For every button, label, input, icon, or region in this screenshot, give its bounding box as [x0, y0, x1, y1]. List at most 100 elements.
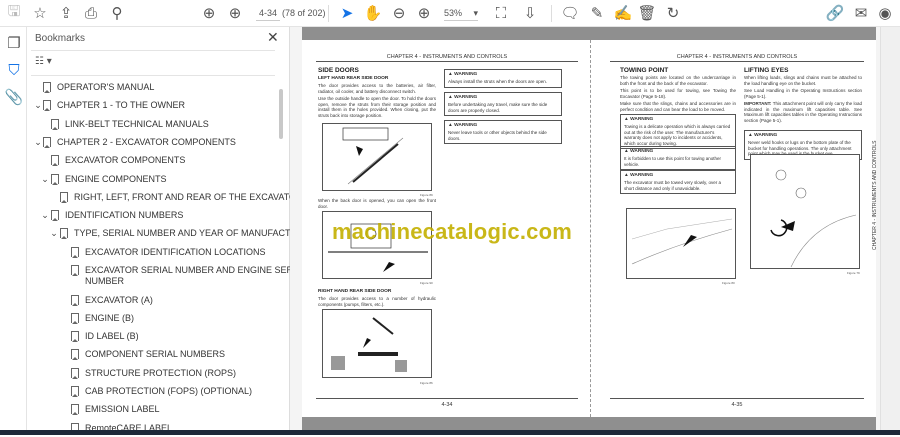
divider — [31, 50, 275, 51]
bookmark-item[interactable]: ⌄ TYPE, SERIAL NUMBER AND YEAR OF MANUFAC… — [27, 225, 310, 242]
warning-icon: ▲ — [624, 117, 631, 122]
figure-caption: Figure 80 — [722, 281, 735, 285]
zoom-level: 53% — [444, 8, 463, 18]
bookmark-label: COMPONENT SERIAL NUMBERS — [85, 349, 226, 360]
bookmark-item[interactable]: ⌄ IDENTIFICATION NUMBERS — [27, 207, 277, 224]
bookmark-flag-icon — [71, 265, 79, 276]
bookmark-label: EXCAVATOR SERIAL NUMBER AND ENGINE SERIA… — [85, 265, 307, 275]
paragraph: Make sure that the slings, chains and ac… — [620, 101, 736, 112]
paragraph: When lifting loads, slings and chains mu… — [744, 75, 862, 86]
print-icon[interactable]: ⎙ — [80, 3, 102, 23]
paragraph: The door provides access to the batterie… — [318, 83, 436, 94]
bookmark-flag-icon — [71, 312, 79, 324]
figure-image — [322, 123, 432, 191]
scrollbar-thumb[interactable] — [279, 89, 283, 139]
bookmark-item[interactable]: OPERATOR'S MANUAL — [27, 79, 277, 96]
bookmark-label: TYPE, SERIAL NUMBER AND YEAR OF MANUFACT… — [74, 228, 310, 239]
paragraph: See Load Handling in the Operating Instr… — [744, 88, 862, 99]
paragraph: The towing points are located on the und… — [620, 75, 736, 86]
chevron-down-icon[interactable]: ⌄ — [49, 228, 59, 239]
zoom-out-icon[interactable]: ⊖ — [388, 3, 410, 23]
highlight-pen-icon[interactable]: ✎ — [586, 3, 608, 23]
figure-image — [750, 154, 860, 269]
comment-icon[interactable]: 🗨 — [559, 3, 581, 23]
bookmark-item[interactable]: ENGINE (B) — [27, 310, 277, 327]
bookmark-item[interactable]: ⌄ ENGINE COMPONENTS — [27, 171, 277, 188]
warning-title: ▲ WARNING — [624, 173, 654, 178]
figure-image — [322, 309, 432, 378]
bookmark-label: EXCAVATOR (A) — [85, 294, 153, 305]
bookmark-flag-icon — [51, 210, 59, 222]
bookmark-options-button[interactable]: ☷ ▾ — [35, 56, 52, 67]
chevron-down-icon[interactable]: ⌄ — [40, 174, 50, 185]
pages-icon[interactable]: ❐ — [3, 33, 25, 53]
close-icon[interactable]: ✕ — [267, 29, 279, 46]
bookmark-label: EMISSION LABEL — [85, 404, 160, 415]
page-gap — [302, 417, 876, 431]
watermark: machinecatalogic.com — [332, 219, 572, 244]
warning-text: It is forbidden to use this point for to… — [624, 156, 722, 167]
warning-icon: ▲ — [624, 149, 631, 154]
document-scrollbar[interactable] — [880, 27, 900, 435]
cloud-upload-icon[interactable]: ⇪ — [55, 3, 77, 23]
bookmark-item[interactable]: CAB PROTECTION (FOPS) (OPTIONAL) — [27, 383, 277, 400]
page-gap — [302, 27, 876, 40]
section-title: TOWING POINT — [620, 67, 669, 74]
page-divider — [590, 40, 591, 417]
chevron-down-icon[interactable]: ⌄ — [40, 210, 50, 221]
zoom-in-icon[interactable]: ⊕ — [413, 3, 435, 23]
warning-icon: ▲ — [448, 95, 455, 100]
link-share-icon[interactable]: 🔗 — [824, 3, 846, 23]
bookmark-item[interactable]: ⌄ CHAPTER 2 - EXCAVATOR COMPONENTS — [27, 134, 277, 151]
chevron-down-icon[interactable]: ⌄ — [33, 137, 43, 148]
mail-icon[interactable]: ✉ — [850, 3, 872, 23]
attachment-icon[interactable]: 📎 — [3, 87, 25, 107]
bookmark-item[interactable]: ID LABEL (B) — [27, 328, 277, 345]
separator — [551, 5, 552, 22]
page-number-input[interactable]: 4-34 — [256, 5, 280, 21]
bookmark-item[interactable]: EMISSION LABEL — [27, 401, 277, 418]
zoom-select[interactable]: 53% ▾ — [444, 5, 478, 21]
bookmark-item[interactable]: LINK-BELT TECHNICAL MANUALS — [27, 116, 277, 133]
figure-caption: Figure 79 — [847, 271, 860, 275]
bookmark-item[interactable]: EXCAVATOR COMPONENTS — [27, 152, 277, 169]
toolbar: 🖫 ☆ ⇪ ⎙ ⚲ ⊕ ⊕ 4-34 (78 of 202) ➤ ✋ ⊖ ⊕ 5… — [0, 0, 900, 27]
chevron-down-icon[interactable]: ⌄ — [33, 100, 43, 111]
search-zoom-icon[interactable]: ⚲ — [106, 3, 128, 23]
bookmark-item[interactable]: ⌄ CHAPTER 1 - TO THE OWNER — [27, 97, 277, 114]
bookmark-item[interactable]: EXCAVATOR (A) — [27, 292, 277, 309]
warning-box: ▲ WARNING It is forbidden to use this po… — [620, 146, 736, 171]
select-cursor-icon[interactable]: ➤ — [336, 3, 358, 23]
paragraph: IMPORTANT: This attachment point will on… — [744, 101, 862, 123]
rotate-icon[interactable]: ↻ — [662, 3, 684, 23]
page-number: 4-34 — [316, 398, 578, 408]
warning-box: ▲ WARNING The excavator must be towed ve… — [620, 170, 736, 195]
bookmark-flag-icon — [51, 173, 59, 185]
save-icon[interactable]: 🖫 — [3, 3, 25, 23]
next-page-icon[interactable]: ⊕ — [224, 3, 246, 23]
paragraph: The door provides access to a number of … — [318, 296, 436, 307]
chevron-down-icon: ▾ — [473, 8, 478, 18]
scroll-mode-icon[interactable]: ⇩ — [519, 3, 541, 23]
bookmark-item[interactable]: RIGHT, LEFT, FRONT AND REAR OF THE EXCAV… — [27, 189, 303, 206]
bookmark-item[interactable]: COMPONENT SERIAL NUMBERS — [27, 346, 277, 363]
star-icon[interactable]: ☆ — [29, 3, 51, 23]
bookmark-item[interactable]: EXCAVATOR IDENTIFICATION LOCATIONS — [27, 244, 277, 261]
panel-title: Bookmarks — [35, 33, 86, 44]
draw-icon[interactable]: ✍ — [612, 3, 634, 23]
bookmark-item[interactable]: EXCAVATOR SERIAL NUMBER AND ENGINE SERIA… — [27, 262, 307, 286]
bookmark-item[interactable]: STRUCTURE PROTECTION (ROPS) — [27, 365, 277, 382]
page-fit-icon[interactable]: ⛶ — [490, 3, 512, 23]
bookmark-flag-icon — [43, 100, 51, 112]
bookmark-flag-icon — [60, 228, 68, 240]
bookmark-label: ENGINE (B) — [85, 312, 135, 323]
bookmark-label: RIGHT, LEFT, FRONT AND REAR OF THE EXCAV… — [74, 191, 303, 202]
bookmark-label: OPERATOR'S MANUAL — [57, 82, 155, 92]
account-icon[interactable]: ◉ — [874, 3, 896, 23]
bookmarks-panel: Bookmarks ✕ ☷ ▾ OPERATOR'S MANUAL ⌄ CHAPTE… — [27, 27, 310, 435]
bookmark-icon[interactable]: ⛉ — [3, 60, 25, 80]
trash-icon[interactable]: 🗑 — [636, 3, 658, 23]
previous-page-icon[interactable]: ⊕ — [198, 3, 220, 23]
hand-tool-icon[interactable]: ✋ — [362, 3, 384, 23]
bookmark-label: CHAPTER 1 - TO THE OWNER — [57, 100, 186, 111]
